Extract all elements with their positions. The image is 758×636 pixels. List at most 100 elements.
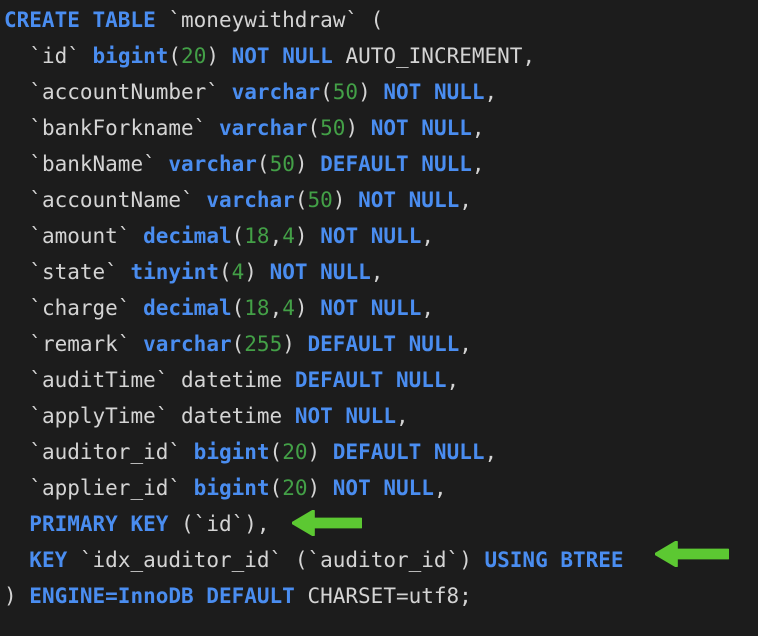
line-14-applier-id: `applier_id` bigint(20) NOT NULL,	[0, 470, 758, 506]
line-8-state: `state` tinyint(4) NOT NULL,	[0, 254, 758, 290]
sql-text: datetime	[168, 404, 295, 428]
sql-text: ,	[459, 332, 472, 356]
sql-identifier: `state`	[29, 260, 118, 284]
sql-keyword: bigint	[193, 476, 270, 500]
sql-keyword: CREATE TABLE	[4, 8, 156, 32]
sql-number: 20	[282, 476, 308, 500]
sql-keyword: DEFAULT NULL	[307, 332, 460, 356]
sql-keyword: DEFAULT NULL	[294, 368, 447, 392]
sql-text: ),	[244, 512, 270, 536]
sql-keyword: NOT NULL	[358, 188, 460, 212]
line-11-auditTime: `auditTime` datetime DEFAULT NULL,	[0, 362, 758, 398]
sql-identifier: `remark`	[29, 332, 131, 356]
sql-keyword: DEFAULT NULL	[332, 440, 485, 464]
sql-keyword: tinyint	[130, 260, 219, 284]
sql-identifier: `applyTime`	[29, 404, 169, 428]
line-9-charge: `charge` decimal(18,4) NOT NULL,	[0, 290, 758, 326]
sql-text: ,	[433, 476, 447, 500]
sql-text: CHARSET=utf8;	[294, 584, 472, 608]
sql-text: )	[358, 80, 384, 104]
sql-text: ,	[269, 296, 283, 320]
sql-number: 4	[231, 260, 245, 284]
sql-text: ,	[484, 440, 498, 464]
sql-number: 50	[332, 80, 359, 104]
sql-text: (	[320, 80, 333, 104]
sql-text: (	[269, 440, 283, 464]
sql-keyword: NOT NULL	[332, 476, 434, 500]
sql-keyword: bigint	[193, 440, 270, 464]
sql-text: ,	[471, 116, 485, 140]
sql-text: ,	[446, 368, 460, 392]
sql-keyword: NOT NULL	[294, 404, 396, 428]
line-10-remark: `remark` varchar(255) DEFAULT NULL,	[0, 326, 758, 362]
sql-text: )	[282, 332, 308, 356]
sql-text: (	[231, 296, 245, 320]
sql-text: ,	[395, 404, 409, 428]
sql-identifier: `moneywithdraw`	[168, 8, 359, 32]
line-17-engine: ) ENGINE=InnoDB DEFAULT CHARSET=utf8;	[0, 578, 758, 614]
sql-keyword: NOT NULL	[383, 80, 485, 104]
line-3-accountNumber: `accountNumber` varchar(50) NOT NULL,	[0, 74, 758, 110]
sql-text: )	[294, 224, 321, 248]
sql-keyword: NOT NULL	[231, 44, 333, 68]
sql-identifier: `charge`	[29, 296, 131, 320]
sql-text: )	[345, 116, 371, 140]
sql-identifier: `accountNumber`	[29, 80, 219, 104]
sql-identifier: `id`	[29, 44, 80, 68]
sql-keyword: NOT NULL	[269, 260, 371, 284]
sql-text: (	[256, 152, 270, 176]
sql-identifier: `bankName`	[29, 152, 156, 176]
sql-text: (	[168, 512, 194, 536]
sql-keyword: bigint	[92, 44, 169, 68]
sql-keyword: NOT NULL	[320, 296, 422, 320]
line-6-accountName: `accountName` varchar(50) NOT NULL,	[0, 182, 758, 218]
sql-identifier: `bankForkname`	[29, 116, 207, 140]
sql-text: ,	[471, 152, 485, 176]
sql-number: 50	[307, 188, 333, 212]
line-5-bankName: `bankName` varchar(50) DEFAULT NULL,	[0, 146, 758, 182]
sql-text: )	[206, 44, 232, 68]
sql-keyword: DEFAULT NULL	[320, 152, 472, 176]
line-7-amount: `amount` decimal(18,4) NOT NULL,	[0, 218, 758, 254]
sql-keyword: decimal	[143, 224, 232, 248]
sql-code-block: CREATE TABLE `moneywithdraw` ( `id` bigi…	[0, 2, 758, 636]
sql-text: datetime	[168, 368, 295, 392]
sql-number: 20	[282, 440, 308, 464]
sql-identifier: `auditor_id`	[29, 440, 182, 464]
sql-identifier: `auditor_id`	[307, 548, 460, 572]
sql-identifier: `auditTime`	[29, 368, 169, 392]
sql-keyword: varchar	[231, 80, 321, 104]
sql-text: )	[244, 260, 270, 284]
sql-text: ,	[269, 224, 283, 248]
code-lines-container: CREATE TABLE `moneywithdraw` ( `id` bigi…	[0, 2, 758, 614]
sql-keyword: NOT NULL	[320, 224, 422, 248]
sql-text: )	[294, 152, 321, 176]
sql-text: ,	[421, 224, 434, 248]
sql-number: 18	[244, 224, 270, 248]
sql-text: )	[307, 440, 333, 464]
sql-text: )	[459, 548, 485, 572]
line-4-bankForkname: `bankForkname` varchar(50) NOT NULL,	[0, 110, 758, 146]
sql-keyword: PRIMARY KEY	[29, 512, 169, 536]
sql-text: )	[4, 584, 30, 608]
sql-keyword: USING BTREE	[484, 548, 624, 572]
sql-text: (	[269, 476, 283, 500]
line-1-create-table: CREATE TABLE `moneywithdraw` (	[0, 2, 758, 38]
line-13-auditor-id: `auditor_id` bigint(20) DEFAULT NULL,	[0, 434, 758, 470]
